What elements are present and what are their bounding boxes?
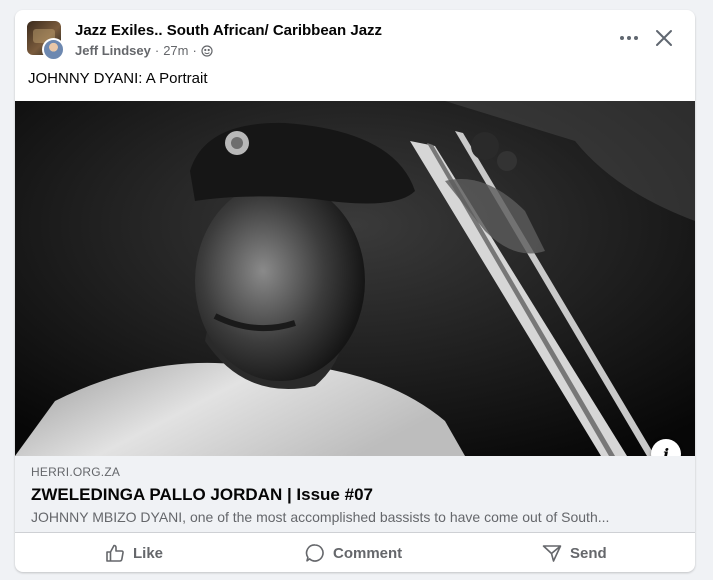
post-header: Jazz Exiles.. South African/ Caribbean J… xyxy=(15,10,695,68)
link-domain: HERRI.ORG.ZA xyxy=(31,465,121,479)
post-card: Jazz Exiles.. South African/ Caribbean J… xyxy=(15,10,695,572)
globe-icon[interactable] xyxy=(201,44,213,57)
avatar-stack[interactable] xyxy=(27,21,65,61)
like-button[interactable]: Like xyxy=(105,533,163,572)
link-title[interactable]: ZWELEDINGA PALLO JORDAN | Issue #07 xyxy=(31,485,373,505)
comment-label: Comment xyxy=(333,544,403,562)
post-photo[interactable] xyxy=(15,101,695,456)
post-text: JOHNNY DYANI: A Portrait xyxy=(28,70,208,87)
send-label: Send xyxy=(570,544,607,562)
link-preview[interactable]: HERRI.ORG.ZA ZWELEDINGA PALLO JORDAN | I… xyxy=(15,456,695,532)
meta-separator: · xyxy=(192,43,197,58)
send-icon xyxy=(542,545,562,562)
bassist-photo xyxy=(15,101,695,456)
link-description: JOHNNY MBIZO DYANI, one of the most acco… xyxy=(31,509,610,525)
thumbs-up-icon xyxy=(106,544,124,562)
comment-button[interactable]: Comment xyxy=(305,533,402,572)
group-name-link[interactable]: Jazz Exiles.. South African/ Caribbean J… xyxy=(75,22,382,39)
author-avatar[interactable] xyxy=(42,38,65,61)
close-icon xyxy=(656,30,672,46)
send-button[interactable]: Send xyxy=(542,533,607,572)
post-timestamp[interactable]: 27m xyxy=(163,43,188,58)
close-button[interactable] xyxy=(650,24,678,52)
more-options-icon xyxy=(620,36,638,40)
action-bar: Like Comment Send xyxy=(15,532,695,572)
author-name-link[interactable]: Jeff Lindsey xyxy=(75,43,151,58)
meta-separator: · xyxy=(154,43,160,58)
comment-bubble-icon xyxy=(305,544,324,562)
post-meta: Jeff Lindsey · 27m · xyxy=(75,43,213,58)
like-label: Like xyxy=(133,544,164,562)
more-options-button[interactable] xyxy=(615,24,643,52)
